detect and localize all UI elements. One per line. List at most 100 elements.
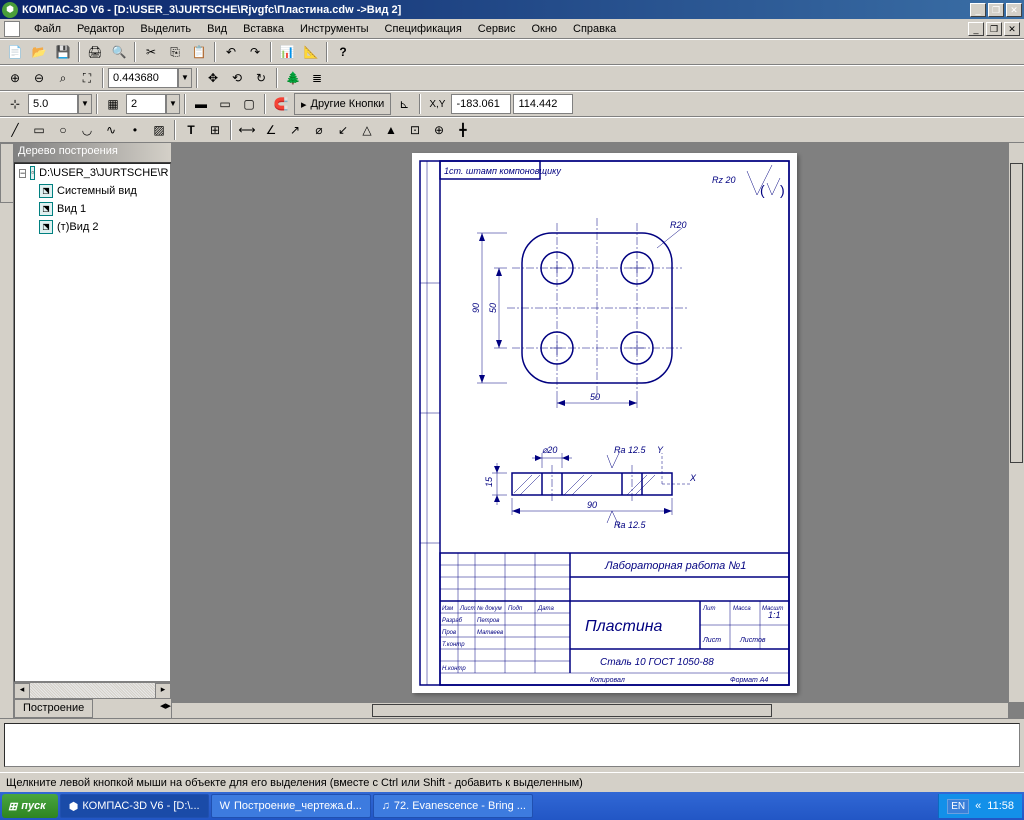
zoom-fit-icon[interactable]: ⛶ <box>76 67 98 89</box>
line-icon[interactable]: ╱ <box>4 119 26 141</box>
svg-text:Н.контр: Н.контр <box>442 666 466 672</box>
magnet-icon[interactable]: 🧲 <box>270 93 292 115</box>
save-icon[interactable]: 💾 <box>52 41 74 63</box>
coord-y[interactable] <box>513 94 573 114</box>
table-icon[interactable]: ⊞ <box>204 119 226 141</box>
svg-text:Дата: Дата <box>537 606 554 612</box>
menu-select[interactable]: Выделить <box>132 21 199 37</box>
task-item[interactable]: W Построение_чертежа.d... <box>211 794 371 818</box>
tree-item[interactable]: ⬔ (т)Вид 2 <box>15 218 170 236</box>
rough-icon[interactable]: △ <box>356 119 378 141</box>
other-buttons[interactable]: ▸Другие Кнопки <box>294 93 391 115</box>
canvas[interactable]: 1ст. штамп компоновщику Rz 20 ( ) <box>172 143 1024 718</box>
system-tray[interactable]: EN « 11:58 <box>938 794 1022 818</box>
style2-icon[interactable]: ▭ <box>214 93 236 115</box>
dim-linear-icon[interactable]: ⟷ <box>236 119 258 141</box>
lang-indicator[interactable]: EN <box>947 799 969 814</box>
undo-icon[interactable]: ↶ <box>220 41 242 63</box>
scroll-left[interactable]: ◂ <box>14 683 30 699</box>
tree-hscroll[interactable]: ◂ ▸ <box>14 682 171 698</box>
minimize-button[interactable]: _ <box>970 3 986 17</box>
grid-input[interactable] <box>28 94 78 114</box>
tree-tab[interactable]: Построение <box>14 699 93 718</box>
start-button[interactable]: ⊞ пуск <box>2 794 58 818</box>
zoom-dropdown[interactable]: ▼ <box>178 68 192 88</box>
menu-window[interactable]: Окно <box>523 21 565 37</box>
spline-icon[interactable]: ∿ <box>100 119 122 141</box>
redo-icon[interactable]: ↷ <box>244 41 266 63</box>
coord-x[interactable] <box>451 94 511 114</box>
mdi-close[interactable]: ✕ <box>1004 22 1020 36</box>
collapse-icon[interactable]: − <box>19 169 26 178</box>
close-button[interactable]: ✕ <box>1006 3 1022 17</box>
menu-help[interactable]: Справка <box>565 21 624 37</box>
menu-spec[interactable]: Спецификация <box>377 21 470 37</box>
menu-file[interactable]: Файл <box>26 21 69 37</box>
tab-scroll-right[interactable]: ▸ <box>165 699 171 718</box>
style3-icon[interactable]: ▢ <box>238 93 260 115</box>
task-item[interactable]: ⬢ КОМПАС-3D V6 - [D:\... <box>60 794 209 818</box>
clock[interactable]: 11:58 <box>987 800 1014 812</box>
variables-icon[interactable]: 📐 <box>300 41 322 63</box>
maximize-button[interactable]: ❐ <box>988 3 1004 17</box>
dim-angle-icon[interactable]: ∠ <box>260 119 282 141</box>
ortho-icon[interactable]: ⊾ <box>393 93 415 115</box>
cut-icon[interactable]: ✂ <box>140 41 162 63</box>
preview-icon[interactable]: 🔍 <box>108 41 130 63</box>
menu-tools[interactable]: Инструменты <box>292 21 377 37</box>
tray-expand-icon[interactable]: « <box>975 800 981 812</box>
mdi-minimize[interactable]: _ <box>968 22 984 36</box>
text-icon[interactable]: T <box>180 119 202 141</box>
zoom-out-icon[interactable]: ⊖ <box>28 67 50 89</box>
menu-insert[interactable]: Вставка <box>235 21 292 37</box>
task-item[interactable]: ♫ 72. Evanescence - Bring ... <box>373 794 533 818</box>
layer-input[interactable] <box>126 94 166 114</box>
tree-body[interactable]: − ▫ D:\USER_3\JURTSCHE\R ⬔ Системный вид… <box>14 163 171 682</box>
base-icon[interactable]: ▲ <box>380 119 402 141</box>
snap-icon[interactable]: ⊹ <box>4 93 26 115</box>
zoom-in-icon[interactable]: ⊕ <box>4 67 26 89</box>
circle-icon[interactable]: ○ <box>52 119 74 141</box>
copy-icon[interactable]: ⎘ <box>164 41 186 63</box>
axis-icon[interactable]: ╋ <box>452 119 474 141</box>
hscrollbar[interactable] <box>172 702 1008 718</box>
print-icon[interactable]: 🖨 <box>84 41 106 63</box>
tolerance-icon[interactable]: ⊡ <box>404 119 426 141</box>
leader-icon[interactable]: ↙ <box>332 119 354 141</box>
layer-icon[interactable]: ▦ <box>102 93 124 115</box>
rect-icon[interactable]: ▭ <box>28 119 50 141</box>
output-text[interactable] <box>4 723 1020 767</box>
zoom-window-icon[interactable]: ⌕ <box>52 67 74 89</box>
scroll-right[interactable]: ▸ <box>155 683 171 699</box>
hatch-icon[interactable]: ▨ <box>148 119 170 141</box>
arc-icon[interactable]: ◡ <box>76 119 98 141</box>
tree-item[interactable]: ⬔ Вид 1 <box>15 200 170 218</box>
side-tab[interactable] <box>0 143 14 203</box>
new-icon[interactable]: 📄 <box>4 41 26 63</box>
centerline-icon[interactable]: ⊕ <box>428 119 450 141</box>
dim-radius-icon[interactable]: ↗ <box>284 119 306 141</box>
menu-view[interactable]: Вид <box>199 21 235 37</box>
tree-icon[interactable]: 🌲 <box>282 67 304 89</box>
menu-service[interactable]: Сервис <box>470 21 524 37</box>
tree-item[interactable]: ⬔ Системный вид <box>15 182 170 200</box>
tree-root[interactable]: − ▫ D:\USER_3\JURTSCHE\R <box>15 164 170 182</box>
zoom-input[interactable] <box>108 68 178 88</box>
paste-icon[interactable]: 📋 <box>188 41 210 63</box>
zoom-prev-icon[interactable]: ⟲ <box>226 67 248 89</box>
layers-icon[interactable]: ≣ <box>306 67 328 89</box>
pan-icon[interactable]: ✥ <box>202 67 224 89</box>
refresh-icon[interactable]: ↻ <box>250 67 272 89</box>
layer-dropdown[interactable]: ▼ <box>166 94 180 114</box>
properties-icon[interactable]: 📊 <box>276 41 298 63</box>
style1-icon[interactable]: ▬ <box>190 93 212 115</box>
vscrollbar[interactable] <box>1008 143 1024 702</box>
point-icon[interactable]: • <box>124 119 146 141</box>
open-icon[interactable]: 📂 <box>28 41 50 63</box>
menu-edit[interactable]: Редактор <box>69 21 132 37</box>
svg-text:Y: Y <box>657 445 664 455</box>
help-icon[interactable]: ? <box>332 41 354 63</box>
grid-dropdown[interactable]: ▼ <box>78 94 92 114</box>
dim-diam-icon[interactable]: ⌀ <box>308 119 330 141</box>
mdi-restore[interactable]: ❐ <box>986 22 1002 36</box>
